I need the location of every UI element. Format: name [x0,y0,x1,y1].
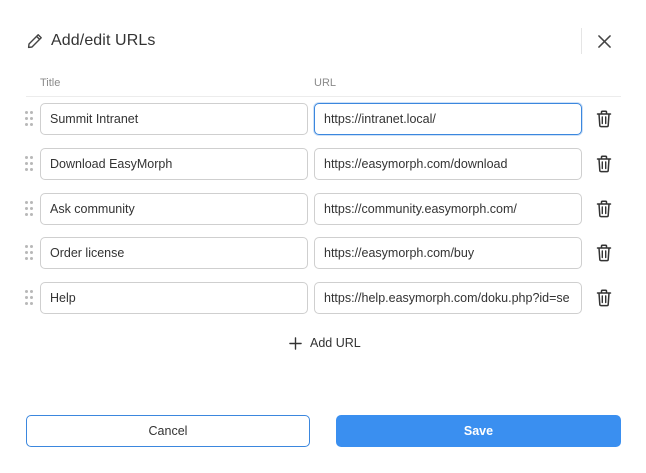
dialog-header: Add/edit URLs [0,0,646,70]
trash-icon[interactable] [596,244,612,262]
header-divider [581,28,582,54]
close-icon [597,34,611,48]
drag-handle-icon[interactable] [25,111,35,127]
plus-icon [289,336,302,350]
url-row [0,103,646,135]
trash-icon[interactable] [596,110,612,128]
trash-icon[interactable] [596,155,612,173]
column-header-divider [26,96,621,97]
url-input[interactable] [314,103,582,135]
url-input[interactable] [314,193,582,225]
url-row [0,282,646,314]
add-url-label: Add URL [310,336,361,350]
add-edit-urls-dialog: Add/edit URLs Title URL Summit Intranet … [0,0,646,473]
title-input[interactable] [40,282,308,314]
url-input[interactable] [314,148,582,180]
add-url-button[interactable]: Add URL [289,333,361,353]
drag-handle-icon[interactable] [25,156,35,172]
drag-handle-icon[interactable] [25,245,35,261]
save-button[interactable]: Save [336,415,621,447]
url-input[interactable] [314,237,582,269]
title-input[interactable] [40,237,308,269]
drag-handle-icon[interactable] [25,290,35,306]
cancel-button[interactable]: Cancel [26,415,310,447]
trash-icon[interactable] [596,200,612,218]
close-button[interactable] [594,31,614,51]
pencil-icon [27,34,42,49]
dialog-title: Add/edit URLs [51,32,156,49]
column-header-url: URL [314,77,337,89]
column-header-title: Title [40,77,61,89]
trash-icon[interactable] [596,289,612,307]
drag-handle-icon[interactable] [25,201,35,217]
title-input[interactable] [40,148,308,180]
title-input[interactable] [40,103,308,135]
url-row [0,148,646,180]
url-row [0,237,646,269]
url-input[interactable] [314,282,582,314]
title-input[interactable] [40,193,308,225]
url-row [0,193,646,225]
